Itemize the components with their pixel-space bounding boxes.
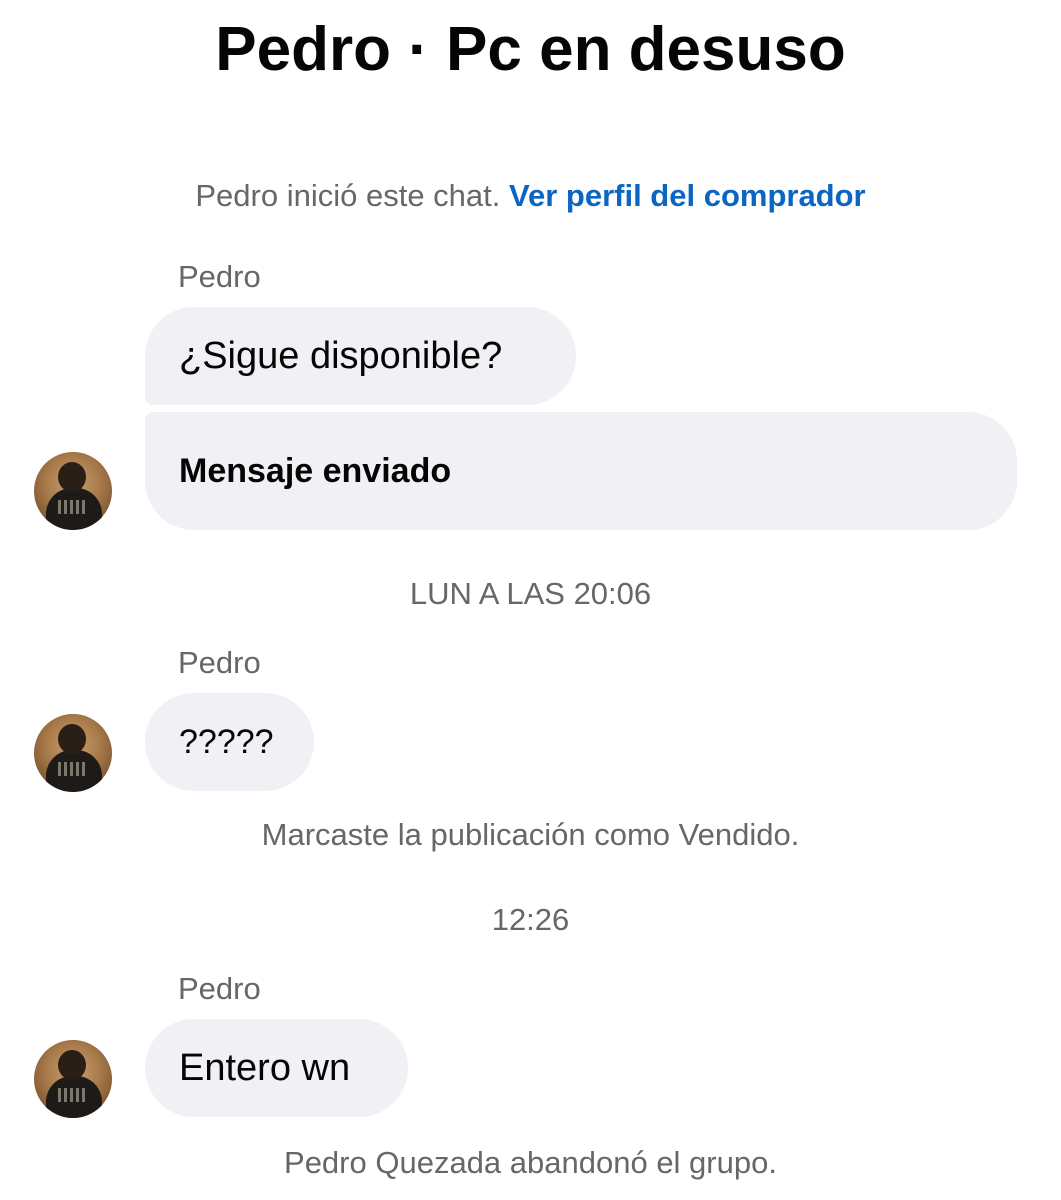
- chat-title: Pedro · Pc en desuso: [215, 15, 846, 84]
- timestamp-divider: LUN A LAS 20:06: [409, 576, 652, 611]
- avatar-figure-head: [58, 462, 86, 492]
- event-notice: Marcaste la publicación como Vendido.: [261, 817, 800, 852]
- message-bubble[interactable]: Entero wn: [145, 1019, 408, 1117]
- message-text: Mensaje enviado: [179, 451, 452, 490]
- view-buyer-profile-link[interactable]: Ver perfil del comprador: [509, 178, 866, 213]
- sender-name: Pedro: [178, 645, 261, 680]
- message-bubble[interactable]: ?????: [145, 693, 314, 791]
- chat-start-notice: Pedro inició este chat. Ver perfil del c…: [0, 176, 1061, 216]
- sender-name: Pedro: [178, 259, 261, 294]
- sender-name: Pedro: [178, 971, 261, 1006]
- message-text: Entero wn: [179, 1046, 351, 1089]
- avatar-figure-head: [58, 1050, 86, 1080]
- sender-avatar[interactable]: [34, 714, 112, 792]
- sender-avatar[interactable]: [34, 1040, 112, 1118]
- sender-avatar[interactable]: [34, 452, 112, 530]
- avatar-shirt-print: [58, 1088, 88, 1102]
- chat-start-text: Pedro inició este chat.: [195, 178, 501, 213]
- event-notice: Pedro Quezada abandonó el grupo.: [284, 1145, 777, 1180]
- avatar-shirt-print: [58, 762, 88, 776]
- message-bubble[interactable]: Mensaje enviado: [145, 412, 1017, 530]
- avatar-figure-head: [58, 724, 86, 754]
- message-text: ¿Sigue disponible?: [179, 334, 503, 377]
- message-text: ?????: [179, 722, 274, 761]
- message-bubble[interactable]: ¿Sigue disponible?: [145, 307, 576, 405]
- avatar-shirt-print: [58, 500, 88, 514]
- timestamp-divider: 12:26: [491, 902, 570, 937]
